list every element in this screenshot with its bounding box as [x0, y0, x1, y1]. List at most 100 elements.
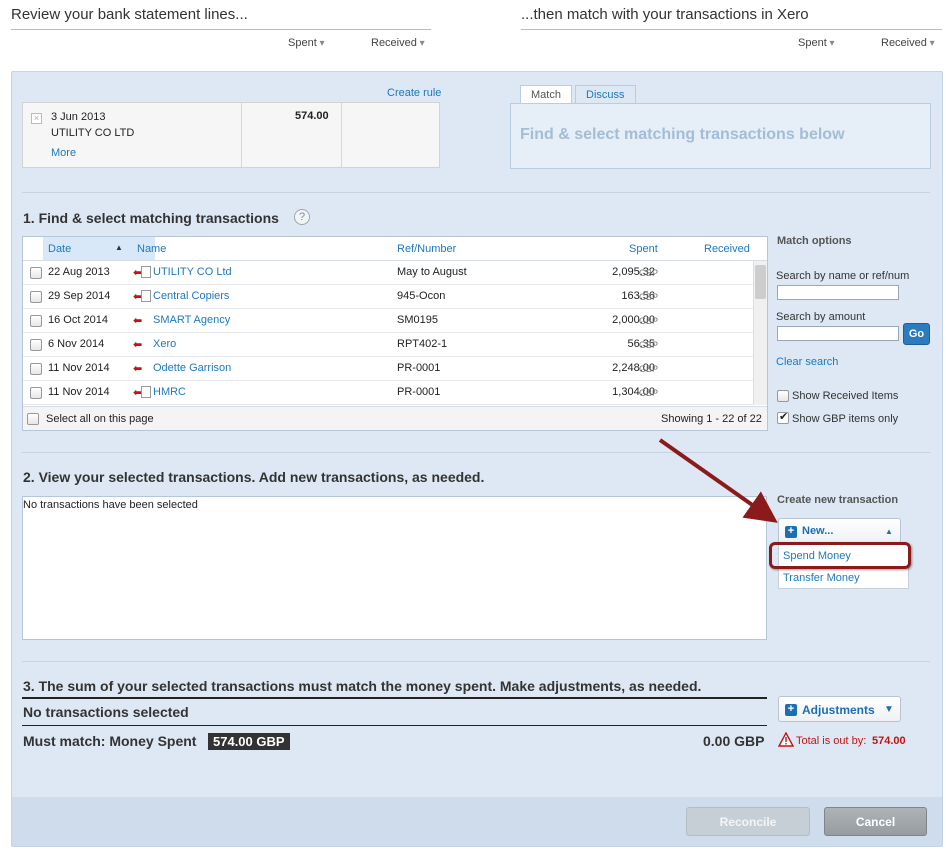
grid-footer: Select all on this page Showing 1 - 22 o… — [23, 406, 767, 430]
column-date[interactable]: Date — [48, 243, 71, 255]
row-checkbox[interactable] — [30, 267, 42, 279]
select-all-label: Select all on this page — [46, 413, 154, 425]
table-row[interactable]: 6 Nov 2014 ⬅ Xero RPT402-1 56.35 GBP — [23, 333, 753, 357]
document-icon — [141, 266, 151, 278]
section1-title: 1. Find & select matching transactions — [23, 210, 279, 226]
cancel-button[interactable]: Cancel — [824, 807, 927, 836]
row-currency: GBP — [639, 316, 659, 326]
sort-spent-right[interactable]: Spent — [798, 37, 835, 49]
column-ref[interactable]: Ref/Number — [397, 243, 456, 255]
row-checkbox[interactable] — [30, 363, 42, 375]
statement-date: 3 Jun 2013 — [51, 111, 106, 123]
document-icon — [141, 386, 151, 398]
spend-arrow-icon: ⬅ — [133, 315, 143, 327]
section3-rule — [22, 697, 767, 699]
checkmark-icon: ✔ — [779, 411, 789, 423]
section-divider — [22, 452, 930, 453]
tab-discuss[interactable]: Discuss — [575, 85, 636, 104]
document-icon — [141, 290, 151, 302]
more-link[interactable]: More — [51, 147, 76, 159]
heading-underline-right — [521, 29, 942, 30]
row-name-link[interactable]: Odette Garrison — [153, 362, 231, 374]
row-name-link[interactable]: Central Copiers — [153, 290, 229, 302]
row-date: 6 Nov 2014 — [48, 338, 105, 350]
spend-arrow-icon: ⬅ — [133, 339, 143, 351]
sort-received-left[interactable]: Received — [371, 37, 425, 49]
match-prompt: Find & select matching transactions belo… — [520, 126, 845, 143]
new-transaction-button[interactable]: + New... ▲ — [778, 518, 901, 544]
row-ref: 945-Ocon — [397, 290, 446, 302]
search-name-input[interactable] — [777, 285, 899, 300]
grid-header: Date ▲ Name Ref/Number Spent Received — [23, 237, 767, 261]
row-date: 29 Sep 2014 — [48, 290, 111, 302]
row-checkbox[interactable] — [30, 291, 42, 303]
must-match-value: 574.00 GBP — [208, 733, 290, 750]
showing-count: Showing 1 - 22 of 22 — [661, 413, 762, 425]
heading-underline-left — [11, 29, 431, 30]
go-button[interactable]: Go — [903, 323, 930, 345]
row-name-link[interactable]: UTILITY CO Ltd — [153, 266, 232, 278]
question-circle-icon[interactable]: ? — [294, 209, 310, 225]
table-row[interactable]: 11 Nov 2014 ⬅ Odette Garrison PR-0001 2,… — [23, 357, 753, 381]
select-all-checkbox[interactable] — [27, 413, 39, 425]
search-amount-input[interactable] — [777, 326, 899, 341]
menu-transfer-money[interactable]: Transfer Money — [783, 572, 860, 584]
clear-search-link[interactable]: Clear search — [776, 356, 838, 368]
statement-payee: UTILITY CO LTD — [51, 127, 135, 139]
table-row[interactable]: 16 Oct 2014 ⬅ SMART Agency SM0195 2,000.… — [23, 309, 753, 333]
create-rule-link[interactable]: Create rule — [387, 87, 441, 99]
sort-received-right[interactable]: Received — [881, 37, 935, 49]
table-row[interactable]: 22 Aug 2013 ⬅ UTILITY CO Ltd May to Augu… — [23, 261, 753, 285]
section-divider — [22, 661, 930, 662]
sort-spent-left[interactable]: Spent — [288, 37, 325, 49]
column-spent[interactable]: Spent — [629, 243, 658, 255]
row-checkbox[interactable] — [30, 339, 42, 351]
section-divider — [22, 192, 930, 193]
row-currency: GBP — [639, 340, 659, 350]
section3-rule — [22, 725, 767, 726]
card-divider — [241, 103, 242, 167]
grid-body: 22 Aug 2013 ⬅ UTILITY CO Ltd May to Augu… — [23, 261, 753, 405]
show-gbp-checkbox[interactable]: ✔ — [777, 411, 789, 424]
adjustments-label: Adjustments — [802, 703, 875, 717]
row-currency: GBP — [639, 268, 659, 278]
xero-transactions-heading: ...then match with your transactions in … — [521, 6, 809, 23]
row-date: 11 Nov 2014 — [48, 386, 110, 398]
row-ref: PR-0001 — [397, 362, 441, 374]
match-options-title: Match options — [777, 235, 852, 247]
sort-up-icon: ▲ — [115, 243, 123, 252]
annotation-highlight — [769, 542, 911, 569]
row-ref: PR-0001 — [397, 386, 441, 398]
search-name-label: Search by name or ref/num — [776, 270, 910, 282]
show-received-checkbox[interactable] — [777, 390, 789, 402]
close-icon[interactable]: × — [31, 113, 42, 124]
grid-scrollbar[interactable] — [753, 261, 767, 405]
row-name-link[interactable]: HMRC — [153, 386, 186, 398]
no-selected-text: No transactions have been selected — [23, 499, 198, 511]
reconcile-button[interactable]: Reconcile — [686, 807, 810, 836]
chevron-up-icon: ▲ — [885, 527, 893, 536]
row-name-link[interactable]: Xero — [153, 338, 176, 350]
card-divider — [341, 103, 342, 167]
row-name-link[interactable]: SMART Agency — [153, 314, 230, 326]
search-amount-label: Search by amount — [776, 311, 866, 323]
column-received[interactable]: Received — [704, 243, 750, 255]
total-value: 0.00 GBP — [703, 733, 765, 749]
annotation-arrow-icon — [658, 438, 778, 523]
table-row[interactable]: 29 Sep 2014 ⬅ Central Copiers 945-Ocon 1… — [23, 285, 753, 309]
row-checkbox[interactable] — [30, 387, 42, 399]
adjustments-button[interactable]: + Adjustments ▼ — [778, 696, 901, 722]
table-row[interactable]: 11 Nov 2014 ⬅ HMRC PR-0001 1,304.00 GBP — [23, 381, 753, 405]
row-checkbox[interactable] — [30, 315, 42, 327]
section2-title: 2. View your selected transactions. Add … — [23, 469, 485, 485]
statement-lines-heading: Review your bank statement lines... — [11, 6, 248, 23]
create-new-title: Create new transaction — [777, 494, 899, 506]
chevron-down-icon: ▼ — [884, 704, 894, 715]
match-prompt-box: Find & select matching transactions belo… — [510, 103, 931, 169]
tab-match[interactable]: Match — [520, 85, 572, 104]
row-currency: GBP — [639, 292, 659, 302]
row-date: 22 Aug 2013 — [48, 266, 110, 278]
scrollbar-thumb[interactable] — [755, 265, 766, 299]
column-name[interactable]: Name — [137, 243, 166, 255]
show-gbp-label: Show GBP items only — [792, 413, 899, 425]
